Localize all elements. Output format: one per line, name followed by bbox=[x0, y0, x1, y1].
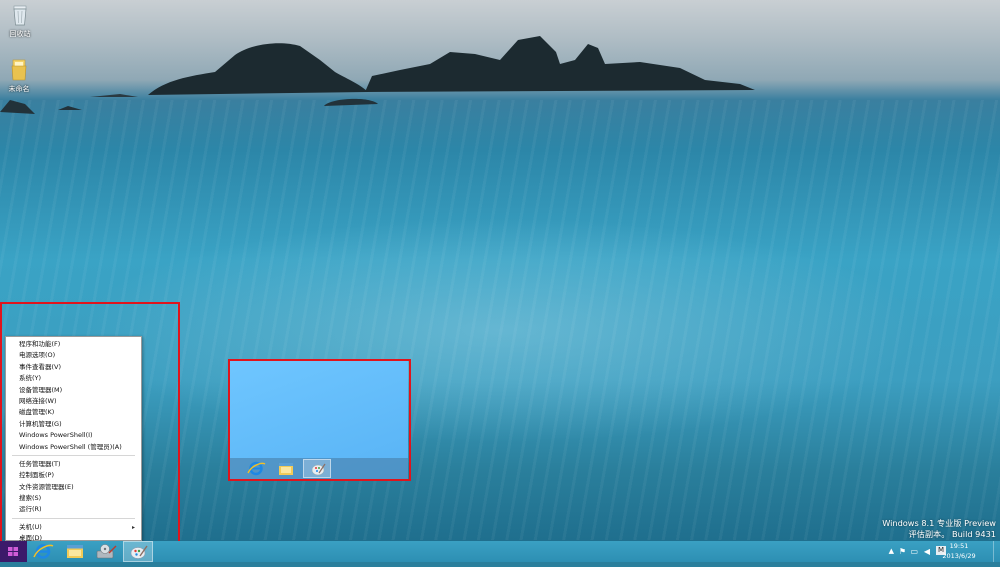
action-center-flag-icon[interactable]: ⚑ bbox=[899, 547, 906, 556]
internet-explorer-icon bbox=[33, 544, 54, 559]
start-button[interactable] bbox=[0, 541, 27, 562]
file-explorer-icon bbox=[279, 463, 293, 475]
show-hidden-icons-icon[interactable]: ▲ bbox=[889, 547, 894, 555]
windows-logo-icon bbox=[8, 547, 18, 556]
taskbar-explorer-button[interactable] bbox=[60, 541, 90, 562]
taskbar: ▲ ⚑ ▭ ◀ M 19:51 2013/6/29 bbox=[0, 541, 1000, 562]
system-tray: ▲ ⚑ ▭ ◀ M 19:51 2013/6/29 bbox=[880, 541, 1000, 562]
preview-paint-button bbox=[303, 459, 331, 478]
recycle-bin-icon bbox=[9, 3, 31, 27]
show-desktop-button[interactable] bbox=[993, 541, 1000, 562]
watermark-build: 评估副本。 Build 9431 bbox=[908, 529, 996, 539]
taskbar-disk-cleanup-button[interactable] bbox=[91, 541, 121, 562]
file-explorer-icon bbox=[67, 545, 83, 558]
paint-icon bbox=[130, 545, 148, 559]
taskbar-preview bbox=[230, 361, 408, 479]
internet-explorer-icon bbox=[247, 461, 266, 476]
recycle-bin-label: 回收站 bbox=[9, 30, 31, 38]
disk-cleanup-icon bbox=[96, 544, 117, 559]
clock-date: 2013/6/29 bbox=[942, 551, 976, 560]
taskbar-paint-button[interactable] bbox=[123, 541, 153, 562]
taskbar-ie-button[interactable] bbox=[28, 541, 58, 562]
windows-watermark: Windows 8.1 专业版 Preview 评估副本。 Build 9431 bbox=[882, 518, 996, 540]
watermark-edition: Windows 8.1 专业版 Preview bbox=[882, 518, 996, 528]
clock-time: 19:51 bbox=[949, 542, 969, 550]
clock[interactable]: 19:51 2013/6/29 bbox=[942, 542, 976, 561]
rock-silhouettes bbox=[0, 36, 755, 114]
highlight-box-menu bbox=[0, 302, 180, 560]
paint-icon bbox=[311, 463, 326, 476]
desktop-icon-folder[interactable]: 未命名 bbox=[0, 58, 39, 94]
preview-explorer-button bbox=[272, 459, 300, 478]
network-icon[interactable]: ▭ bbox=[910, 547, 918, 556]
folder-icon bbox=[8, 58, 30, 82]
preview-ie-button bbox=[242, 459, 270, 478]
volume-icon[interactable]: ◀ bbox=[924, 547, 930, 556]
desktop-icon-recycle-bin[interactable]: 回收站 bbox=[0, 3, 40, 39]
preview-taskbar bbox=[230, 458, 408, 479]
folder-label: 未命名 bbox=[8, 85, 30, 93]
